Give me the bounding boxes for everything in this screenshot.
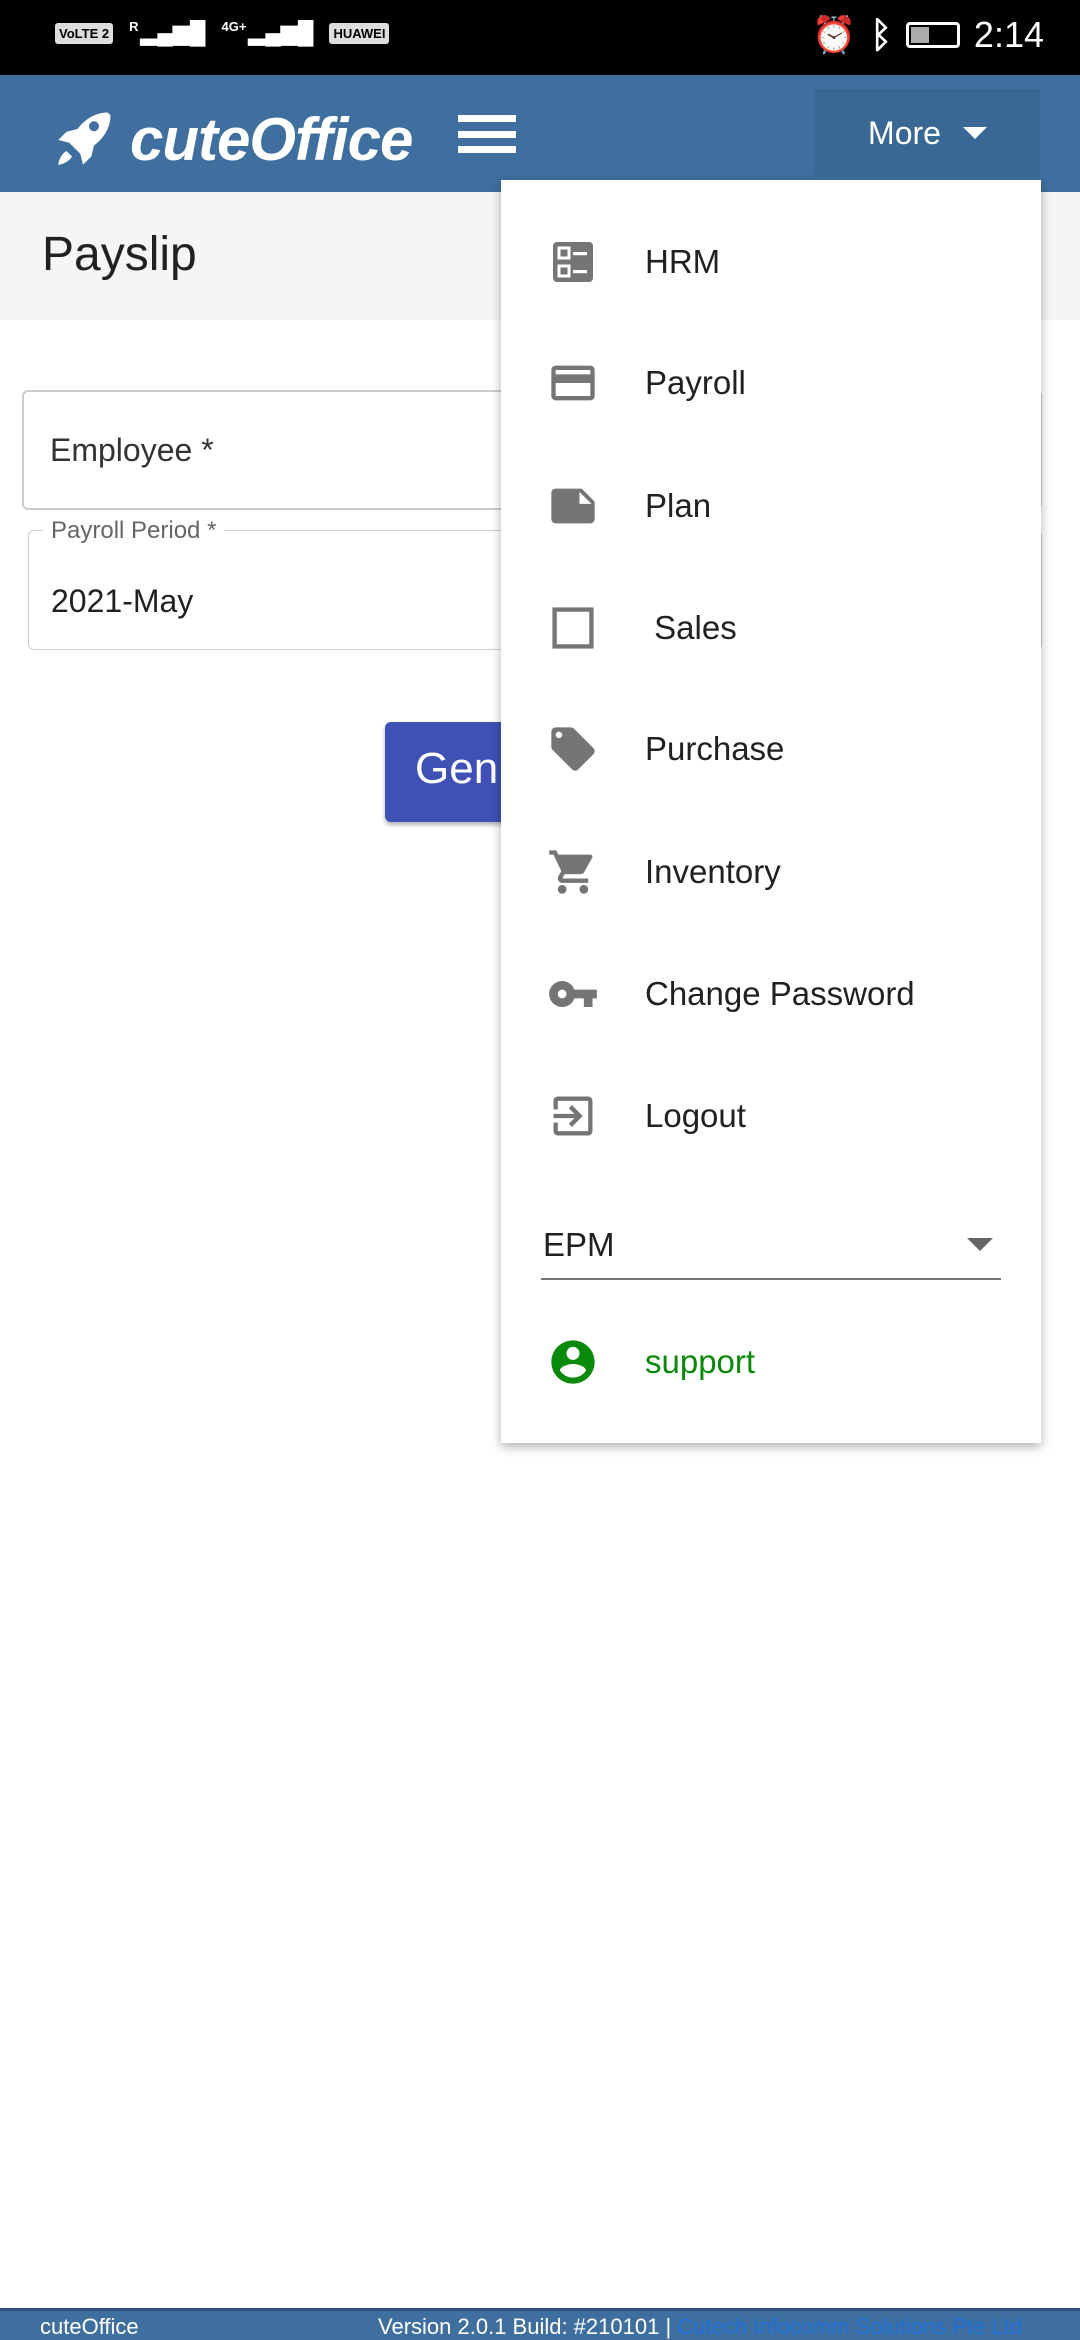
roaming-label: R [129,19,139,34]
payroll-period-label: Payroll Period * [43,517,225,545]
footer-app-name: cuteOffice [40,2314,139,2339]
menu-item-hrm[interactable]: HRM [501,212,1041,312]
menu-item-label: Change Password [645,975,915,1012]
footer-version: Version 2.0.1 Build: #210101 | [378,2314,678,2339]
logo[interactable]: cuteOffice [50,105,413,174]
square-icon [547,602,599,654]
menu-item-plan[interactable]: Plan [501,456,1041,556]
clock: 2:14 [973,14,1044,55]
more-label: More [868,114,941,151]
payroll-period-value: 2021-May [51,583,194,619]
company-link[interactable]: Cutech Infocomm Solutions Pte Ltd [677,2314,1022,2339]
app-name: cuteOffice [130,106,413,173]
account-circle-icon [547,1336,599,1388]
menu-item-label: HRM [645,243,721,280]
menu-item-label: Payroll [645,364,746,401]
rocket-icon [58,112,111,165]
footer: cuteOffice Version 2.0.1 Build: #210101 … [0,2308,1080,2340]
company-select[interactable]: EPM [541,1210,1001,1280]
more-dropdown-button[interactable]: More [815,89,1040,177]
menu-toggle-button[interactable] [458,115,516,153]
more-menu: HRM Payroll Plan Sales Purchase Inventor… [501,180,1041,1443]
company-select-value: EPM [543,1226,615,1263]
status-bar: VoLTE 2 R ▂▄▆█ 4G+ ▂▄▆█ HUAWEI ⏰ ᛒ 2:14 [0,0,1080,75]
signal-icon: R ▂▄▆█ [129,19,206,45]
caret-down-icon [962,127,987,139]
credit-card-icon [547,357,599,409]
menu-item-inventory[interactable]: Inventory [501,822,1041,922]
menu-item-label: Inventory [645,853,781,890]
page-title: Payslip [42,228,197,281]
volte-badge: VoLTE 2 [55,22,114,44]
menu-item-change-password[interactable]: Change Password [501,944,1041,1044]
tag-icon [547,723,599,775]
menu-item-label: Plan [645,487,712,524]
list-icon [547,236,599,288]
bluetooth-icon: ᛒ [870,14,892,55]
caret-down-icon [967,1238,993,1251]
cart-icon [547,846,599,898]
huawei-badge: HUAWEI [329,22,390,44]
signal-4g-icon: 4G+ ▂▄▆█ [221,19,314,45]
alarm-icon: ⏰ [811,14,857,55]
menu-item-label: Logout [645,1097,746,1134]
logout-icon [547,1090,599,1142]
menu-item-sales[interactable]: Sales [501,578,1041,678]
username: support [645,1343,756,1380]
menu-item-payroll[interactable]: Payroll [501,333,1041,433]
key-icon [547,968,599,1020]
menu-item-purchase[interactable]: Purchase [501,699,1041,799]
network-type-label: 4G+ [221,19,247,34]
menu-item-logout[interactable]: Logout [501,1066,1041,1166]
menu-item-label: Purchase [645,730,785,767]
app-header: cuteOffice More [0,75,1080,192]
employee-label: Employee * [50,432,214,468]
note-icon [547,480,599,532]
battery-icon [905,22,960,48]
user-profile-link[interactable]: support [501,1312,1041,1412]
menu-item-label: Sales [645,609,737,646]
